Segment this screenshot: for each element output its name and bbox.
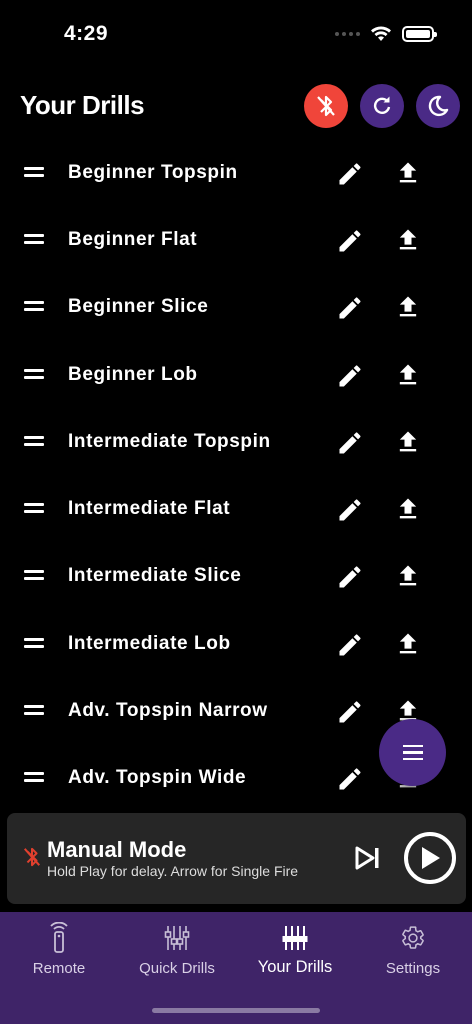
play-button[interactable] xyxy=(404,832,456,884)
drill-row[interactable]: Beginner Lob xyxy=(0,341,472,408)
drill-name: Intermediate Slice xyxy=(68,565,242,587)
tab-your-drills[interactable]: Your Drills xyxy=(236,922,354,977)
tab-label: Remote xyxy=(32,960,86,977)
refresh-button[interactable] xyxy=(360,84,404,128)
pencil-icon[interactable] xyxy=(336,698,364,726)
drag-handle-icon[interactable] xyxy=(24,705,44,717)
drill-row[interactable]: Beginner Flat xyxy=(0,206,472,273)
upload-icon[interactable] xyxy=(394,562,422,590)
drag-handle-icon[interactable] xyxy=(24,301,44,313)
drill-name: Adv. Topspin Narrow xyxy=(68,700,268,722)
drag-handle-icon[interactable] xyxy=(24,503,44,515)
pencil-icon[interactable] xyxy=(336,496,364,524)
drag-handle-icon[interactable] xyxy=(24,368,44,381)
remote-icon xyxy=(50,922,68,953)
skip-next-icon[interactable] xyxy=(353,843,383,873)
header: Your Drills xyxy=(0,84,472,128)
drill-name: Beginner Topspin xyxy=(68,161,238,183)
status-bar: 4:29 xyxy=(0,0,472,70)
drill-row[interactable]: Intermediate Lob xyxy=(0,610,472,677)
tab-settings[interactable]: Settings xyxy=(354,922,472,977)
drill-list: Beginner Topspin Beginner Flat Beginner … xyxy=(0,139,472,812)
drill-name: Intermediate Flat xyxy=(68,498,231,520)
manual-mode-player[interactable]: Manual Mode Hold Play for delay. Arrow f… xyxy=(7,813,466,904)
player-title: Manual Mode xyxy=(47,837,187,862)
gear-icon xyxy=(402,926,424,949)
play-icon xyxy=(422,847,440,869)
drill-row[interactable]: Intermediate Flat xyxy=(0,475,472,542)
wifi-icon xyxy=(371,26,391,41)
status-icons xyxy=(335,26,437,42)
pencil-icon[interactable] xyxy=(336,631,364,659)
pencil-icon[interactable] xyxy=(336,429,364,457)
pencil-icon[interactable] xyxy=(336,362,364,390)
tab-label: Your Drills xyxy=(257,958,333,976)
home-indicator xyxy=(152,1008,320,1013)
drag-handle-icon[interactable] xyxy=(24,570,44,582)
tab-label: Settings xyxy=(385,960,441,977)
upload-icon[interactable] xyxy=(394,630,422,658)
bluetooth-disabled-icon xyxy=(317,95,335,117)
drag-handle-icon[interactable] xyxy=(24,637,44,650)
drill-row[interactable]: Intermediate Topspin xyxy=(0,408,472,475)
tab-remote[interactable]: Remote xyxy=(0,922,118,977)
status-time: 4:29 xyxy=(64,22,109,45)
refresh-icon xyxy=(373,96,391,114)
battery-icon xyxy=(402,26,437,42)
pencil-icon[interactable] xyxy=(336,160,364,188)
drill-row[interactable]: Intermediate Slice xyxy=(0,543,472,610)
drill-name: Beginner Slice xyxy=(68,296,209,318)
upload-icon[interactable] xyxy=(394,428,422,456)
upload-icon[interactable] xyxy=(394,495,422,523)
page-title: Your Drills xyxy=(20,90,145,120)
bluetooth-button[interactable] xyxy=(304,84,348,128)
sliders-icon xyxy=(164,926,190,950)
drag-handle-icon[interactable] xyxy=(24,772,44,784)
header-actions xyxy=(304,84,460,128)
dark-mode-button[interactable] xyxy=(416,84,460,128)
pencil-icon[interactable] xyxy=(336,563,364,591)
drill-row[interactable]: Beginner Slice xyxy=(0,274,472,341)
menu-icon xyxy=(402,741,423,765)
cellular-signal-icon xyxy=(335,32,360,36)
drag-handle-icon[interactable] xyxy=(24,233,44,246)
pencil-icon[interactable] xyxy=(336,227,364,255)
pencil-icon[interactable] xyxy=(336,765,364,793)
drill-row[interactable]: Beginner Topspin xyxy=(0,139,472,206)
drill-name: Beginner Flat xyxy=(68,228,198,250)
drag-handle-icon[interactable] xyxy=(24,435,44,448)
drill-name: Intermediate Lob xyxy=(68,632,231,654)
player-subtitle: Hold Play for delay. Arrow for Single Fi… xyxy=(47,863,299,879)
moon-icon xyxy=(428,95,449,117)
drag-handle-icon[interactable] xyxy=(24,166,44,179)
upload-icon[interactable] xyxy=(394,159,422,187)
drill-name: Beginner Lob xyxy=(68,363,198,385)
drill-name: Adv. Topspin Wide xyxy=(68,767,247,789)
pencil-icon[interactable] xyxy=(336,294,364,322)
menu-fab-button[interactable] xyxy=(379,719,446,786)
tab-label: Quick Drills xyxy=(139,960,215,977)
upload-icon[interactable] xyxy=(394,361,422,389)
sliders-icon xyxy=(282,926,308,950)
drill-name: Intermediate Topspin xyxy=(68,430,271,452)
tab-quick-drills[interactable]: Quick Drills xyxy=(118,922,236,977)
upload-icon[interactable] xyxy=(394,293,422,321)
upload-icon[interactable] xyxy=(394,226,422,254)
bluetooth-disabled-icon xyxy=(23,847,41,867)
